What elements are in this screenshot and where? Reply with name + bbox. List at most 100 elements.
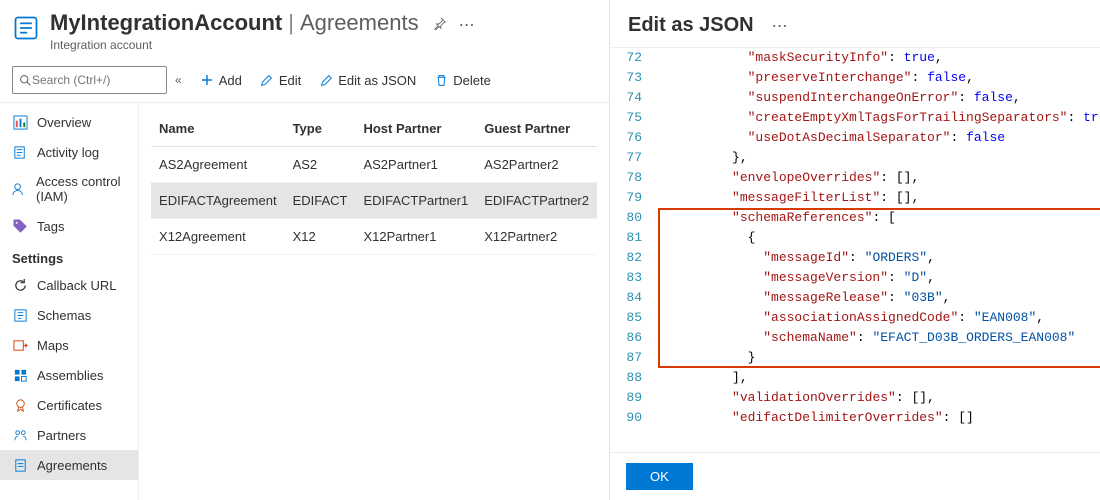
pencil-icon bbox=[319, 73, 333, 87]
code-line[interactable]: 79 "messageFilterList": [], bbox=[610, 188, 1100, 208]
line-number: 76 bbox=[610, 128, 654, 148]
pin-icon[interactable] bbox=[433, 16, 447, 30]
line-number: 82 bbox=[610, 248, 654, 268]
code-line[interactable]: 75 "createEmptyXmlTagsForTrailingSeparat… bbox=[610, 108, 1100, 128]
col-host[interactable]: Host Partner bbox=[355, 111, 476, 147]
line-number: 81 bbox=[610, 228, 654, 248]
line-number: 86 bbox=[610, 328, 654, 348]
line-number: 72 bbox=[610, 48, 654, 68]
code-content: { bbox=[654, 228, 755, 248]
code-line[interactable]: 83 "messageVersion": "D", bbox=[610, 268, 1100, 288]
more-icon[interactable]: ⋯ bbox=[766, 16, 794, 36]
code-line[interactable]: 89 "validationOverrides": [], bbox=[610, 388, 1100, 408]
sidebar-label: Overview bbox=[37, 115, 91, 130]
col-name[interactable]: Name bbox=[151, 111, 285, 147]
search-input-container[interactable] bbox=[12, 66, 167, 94]
delete-button[interactable]: Delete bbox=[426, 69, 499, 92]
add-button[interactable]: Add bbox=[192, 69, 250, 92]
sidebar-label: Tags bbox=[37, 219, 64, 234]
sidebar-item-overview[interactable]: Overview bbox=[0, 107, 138, 137]
pencil-icon bbox=[260, 73, 274, 87]
agreement-icon bbox=[12, 457, 28, 473]
overview-icon bbox=[12, 114, 28, 130]
code-line[interactable]: 86 "schemaName": "EFACT_D03B_ORDERS_EAN0… bbox=[610, 328, 1100, 348]
line-number: 77 bbox=[610, 148, 654, 168]
line-number: 74 bbox=[610, 88, 654, 108]
table-row[interactable]: AS2AgreementAS2AS2Partner1AS2Partner2 bbox=[151, 147, 597, 183]
cell-host: X12Partner1 bbox=[355, 219, 476, 255]
sidebar-item-access[interactable]: Access control (IAM) bbox=[0, 167, 138, 211]
sidebar-item-assemblies[interactable]: Assemblies bbox=[0, 360, 138, 390]
schema-icon bbox=[12, 307, 28, 323]
code-line[interactable]: 88 ], bbox=[610, 368, 1100, 388]
code-line[interactable]: 87 } bbox=[610, 348, 1100, 368]
json-code-editor[interactable]: 72 "maskSecurityInfo": true,73 "preserve… bbox=[610, 47, 1100, 452]
line-number: 88 bbox=[610, 368, 654, 388]
search-input[interactable] bbox=[32, 73, 142, 87]
code-line[interactable]: 84 "messageRelease": "03B", bbox=[610, 288, 1100, 308]
table-row[interactable]: X12AgreementX12X12Partner1X12Partner2 bbox=[151, 219, 597, 255]
collapse-nav-icon[interactable]: « bbox=[175, 73, 182, 87]
line-number: 73 bbox=[610, 68, 654, 88]
assembly-icon bbox=[12, 367, 28, 383]
cell-type: EDIFACT bbox=[285, 183, 356, 219]
line-number: 75 bbox=[610, 108, 654, 128]
code-content: "envelopeOverrides": [], bbox=[654, 168, 919, 188]
col-type[interactable]: Type bbox=[285, 111, 356, 147]
table-row[interactable]: EDIFACTAgreementEDIFACTEDIFACTPartner1ED… bbox=[151, 183, 597, 219]
more-icon[interactable]: ⋯ bbox=[453, 15, 481, 35]
sidebar-item-maps[interactable]: Maps bbox=[0, 330, 138, 360]
agreements-table: Name Type Host Partner Guest Partner AS2… bbox=[151, 111, 597, 255]
sidebar-label: Partners bbox=[37, 428, 86, 443]
sidebar-label: Agreements bbox=[37, 458, 107, 473]
code-line[interactable]: 72 "maskSecurityInfo": true, bbox=[610, 48, 1100, 68]
cell-name: EDIFACTAgreement bbox=[151, 183, 285, 219]
code-line[interactable]: 85 "associationAssignedCode": "EAN008", bbox=[610, 308, 1100, 328]
code-line[interactable]: 82 "messageId": "ORDERS", bbox=[610, 248, 1100, 268]
col-guest[interactable]: Guest Partner bbox=[476, 111, 597, 147]
code-content: "edifactDelimiterOverrides": [] bbox=[654, 408, 974, 428]
resource-type: Integration account bbox=[50, 38, 593, 52]
code-content: "validationOverrides": [], bbox=[654, 388, 935, 408]
code-content: "preserveInterchange": false, bbox=[654, 68, 974, 88]
cell-guest: EDIFACTPartner2 bbox=[476, 183, 597, 219]
code-content: "messageFilterList": [], bbox=[654, 188, 919, 208]
cell-guest: AS2Partner2 bbox=[476, 147, 597, 183]
certificate-icon bbox=[12, 397, 28, 413]
code-line[interactable]: 77 }, bbox=[610, 148, 1100, 168]
line-number: 80 bbox=[610, 208, 654, 228]
code-content: "createEmptyXmlTagsForTrailingSeparators… bbox=[654, 108, 1100, 128]
sidebar-item-certificates[interactable]: Certificates bbox=[0, 390, 138, 420]
sidebar-label: Access control (IAM) bbox=[36, 174, 126, 204]
sidebar-item-activity[interactable]: Activity log bbox=[0, 137, 138, 167]
code-content: "maskSecurityInfo": true, bbox=[654, 48, 943, 68]
code-content: "messageVersion": "D", bbox=[654, 268, 935, 288]
code-line[interactable]: 73 "preserveInterchange": false, bbox=[610, 68, 1100, 88]
sidebar-item-schemas[interactable]: Schemas bbox=[0, 300, 138, 330]
sidebar-item-tags[interactable]: Tags bbox=[0, 211, 138, 241]
code-line[interactable]: 80 "schemaReferences": [ bbox=[610, 208, 1100, 228]
code-line[interactable]: 90 "edifactDelimiterOverrides": [] bbox=[610, 408, 1100, 428]
line-number: 85 bbox=[610, 308, 654, 328]
tag-icon bbox=[12, 218, 28, 234]
sidebar-item-partners[interactable]: Partners bbox=[0, 420, 138, 450]
json-editor-title: Edit as JSON bbox=[628, 14, 754, 37]
plus-icon bbox=[200, 73, 214, 87]
sidebar-item-agreements[interactable]: Agreements bbox=[0, 450, 138, 480]
cell-guest: X12Partner2 bbox=[476, 219, 597, 255]
code-line[interactable]: 78 "envelopeOverrides": [], bbox=[610, 168, 1100, 188]
line-number: 87 bbox=[610, 348, 654, 368]
code-line[interactable]: 76 "useDotAsDecimalSeparator": false bbox=[610, 128, 1100, 148]
page-title: MyIntegrationAccount bbox=[50, 10, 282, 36]
edit-json-button[interactable]: Edit as JSON bbox=[311, 69, 424, 92]
sidebar-item-callback[interactable]: Callback URL bbox=[0, 270, 138, 300]
add-label: Add bbox=[219, 73, 242, 88]
partners-icon bbox=[12, 427, 28, 443]
code-line[interactable]: 74 "suspendInterchangeOnError": false, bbox=[610, 88, 1100, 108]
ok-button[interactable]: OK bbox=[626, 463, 693, 490]
delete-label: Delete bbox=[453, 73, 491, 88]
edit-button[interactable]: Edit bbox=[252, 69, 309, 92]
line-number: 89 bbox=[610, 388, 654, 408]
cell-name: AS2Agreement bbox=[151, 147, 285, 183]
code-line[interactable]: 81 { bbox=[610, 228, 1100, 248]
